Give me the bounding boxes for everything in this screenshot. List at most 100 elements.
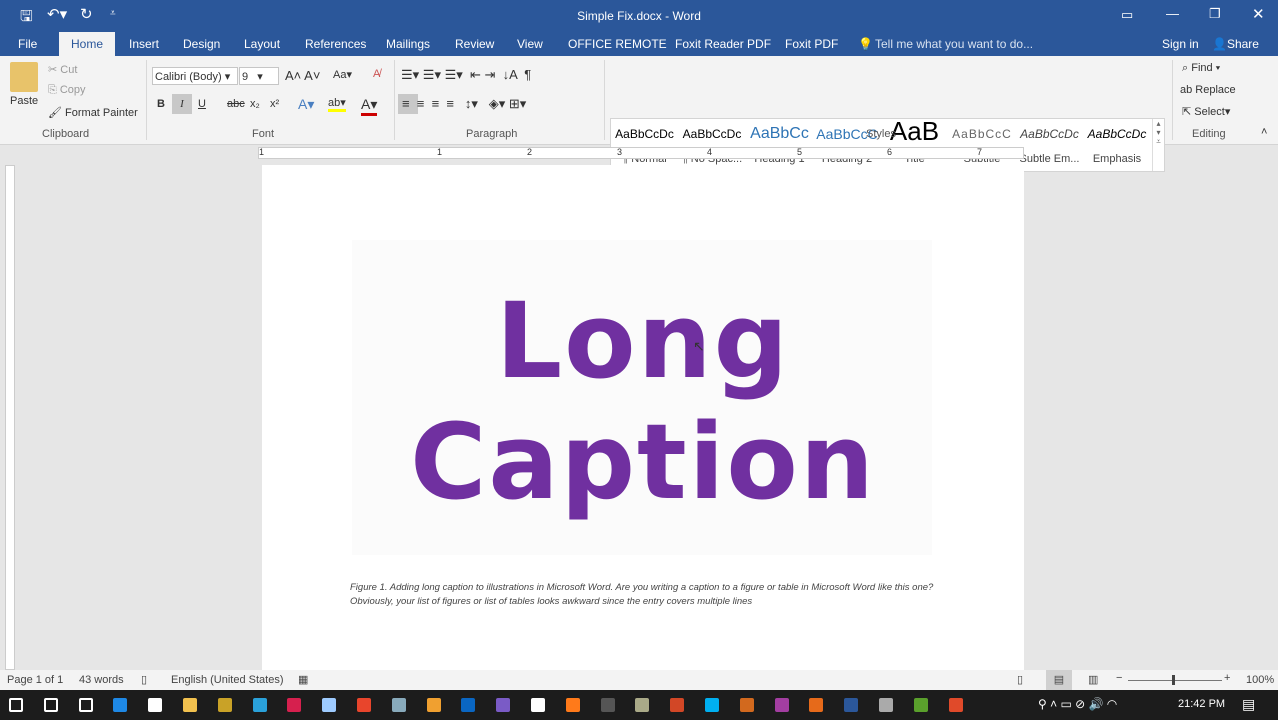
store-icon[interactable] — [148, 698, 163, 712]
clear-formatting-icon[interactable]: A̸ — [373, 68, 380, 80]
app-m-icon[interactable] — [287, 698, 302, 712]
vertical-ruler[interactable] — [5, 165, 15, 670]
powerpoint-icon[interactable] — [670, 698, 685, 712]
tab-review[interactable]: Review — [455, 37, 494, 51]
read-mode-icon[interactable]: ▯ — [1017, 673, 1023, 686]
app-icon[interactable] — [913, 698, 928, 712]
copy-button[interactable]: ⎘ Copy — [48, 84, 86, 97]
font-color-icon[interactable]: A▾ — [361, 96, 378, 116]
editing-group-label: Editing — [1192, 128, 1226, 140]
minimize-icon[interactable]: — — [1166, 6, 1179, 21]
window-title: Simple Fix.docx - Word — [577, 9, 701, 23]
skype-icon[interactable] — [705, 698, 719, 712]
restore-icon[interactable]: ❐ — [1209, 6, 1221, 22]
zoom-in-button[interactable]: + — [1224, 672, 1230, 684]
strikethrough-button[interactable]: abc — [227, 98, 245, 110]
app-icon[interactable] — [217, 698, 232, 712]
ribbon-display-icon[interactable]: ▭ — [1121, 7, 1133, 23]
figure-caption[interactable]: Figure 1. Adding long caption to illustr… — [350, 581, 940, 609]
tab-design[interactable]: Design — [183, 37, 220, 51]
web-layout-icon[interactable]: ▥ — [1088, 673, 1098, 686]
zoom-slider-thumb[interactable] — [1172, 675, 1175, 685]
tell-me-input[interactable]: Tell me what you want to do... — [875, 37, 1033, 51]
app-icon[interactable] — [809, 698, 824, 712]
styles-scroll[interactable]: ▴ ▾ ⩡ — [1152, 119, 1164, 171]
find-button[interactable]: ⌕ Find ▾ — [1182, 62, 1220, 75]
alignment-icons[interactable]: ≡ ≡ ≡ ≡ ↕▾ ◈▾ ⊞▾ — [402, 96, 526, 112]
select-button[interactable]: ⇱ Select▾ — [1182, 105, 1230, 118]
bullets-icon[interactable]: ☰▾ ☰▾ ☰▾ ⇤ ⇥ ↓A ¶ — [401, 67, 531, 83]
chrome-icon[interactable] — [357, 698, 371, 712]
superscript-button[interactable]: x² — [270, 98, 279, 110]
system-tray-icons[interactable]: ⚲ ˄ ▭ ⊘ 🔊 ◠ — [1038, 697, 1117, 711]
cut-button[interactable]: ✂ Cut — [48, 63, 77, 76]
style-subtle-em[interactable]: AaBbCcDc Subtle Em... — [1016, 119, 1083, 165]
app-icon[interactable] — [496, 698, 511, 712]
firefox-icon[interactable] — [565, 698, 580, 712]
telegram-icon[interactable] — [252, 698, 267, 712]
sign-in-link[interactable]: Sign in — [1162, 37, 1199, 51]
underline-button[interactable]: U — [198, 98, 206, 110]
start-icon[interactable] — [9, 698, 23, 712]
ruler-label: 7 — [977, 147, 983, 157]
tab-home[interactable]: Home — [59, 32, 116, 56]
app-icon[interactable] — [739, 698, 754, 712]
highlight-icon[interactable]: ab▾ — [328, 96, 346, 112]
close-icon[interactable]: ✕ — [1252, 5, 1265, 23]
zoom-slider[interactable] — [1128, 680, 1222, 681]
language[interactable]: English (United States) — [171, 674, 284, 686]
subscript-button[interactable]: x₂ — [250, 98, 260, 110]
page-count[interactable]: Page 1 of 1 — [7, 674, 63, 686]
grow-font-icon[interactable]: A˄ A˅ — [285, 68, 320, 83]
app-icon[interactable] — [426, 698, 441, 712]
search-icon[interactable] — [43, 698, 58, 712]
print-layout-icon[interactable]: ▤ — [1046, 670, 1072, 690]
linkedin-icon[interactable] — [461, 698, 476, 712]
app-icon[interactable] — [635, 698, 650, 712]
mail-icon[interactable] — [531, 698, 545, 712]
app-icon[interactable] — [322, 698, 337, 712]
replace-button[interactable]: ab Replace — [1180, 84, 1236, 96]
macro-icon[interactable]: ▦ — [298, 673, 308, 686]
file-explorer-icon[interactable] — [183, 698, 197, 712]
document-page[interactable]: Long Caption Figure 1. Adding long capti… — [262, 165, 1024, 670]
notifications-icon[interactable]: ▤ — [1242, 696, 1255, 713]
tab-mailings[interactable]: Mailings — [386, 37, 430, 51]
styles-gallery: AaBbCcDc ¶ Normal AaBbCcDc ¶ No Spac... AaBb… — [610, 118, 1165, 172]
app-icon[interactable] — [948, 698, 963, 712]
zoom-level[interactable]: 100% — [1246, 674, 1274, 686]
tab-insert[interactable]: Insert — [129, 37, 159, 51]
style-emphasis[interactable]: AaBbCcDc Emphasis — [1084, 119, 1151, 165]
horizontal-ruler[interactable]: 1 1 2 3 4 5 6 7 — [258, 147, 1024, 159]
tab-office-remote[interactable]: OFFICE REMOTE — [568, 37, 667, 51]
tab-file[interactable]: File — [18, 37, 37, 51]
tab-layout[interactable]: Layout — [244, 37, 280, 51]
app-icon[interactable] — [600, 698, 615, 712]
task-view-icon[interactable] — [78, 698, 93, 712]
title-bar: 🖫 ↶▾ ↻ ⩡ Simple Fix.docx - Word ▭ — ❐ ✕ — [0, 0, 1278, 32]
select-label: Select — [1194, 106, 1225, 118]
edge-icon[interactable] — [113, 698, 128, 712]
tab-references[interactable]: References — [305, 37, 366, 51]
italic-button[interactable]: I — [172, 94, 192, 114]
word-count[interactable]: 43 words — [79, 674, 124, 686]
bold-button[interactable]: B — [157, 98, 165, 110]
proofing-icon[interactable]: ▯ — [141, 673, 147, 686]
tab-foxit-pdf[interactable]: Foxit PDF — [785, 37, 838, 51]
share-button[interactable]: 👤Share — [1212, 37, 1259, 51]
tab-foxit-reader-pdf[interactable]: Foxit Reader PDF — [675, 37, 771, 51]
clock[interactable]: 21:42 PM — [1178, 698, 1225, 710]
paste-button[interactable]: Paste — [10, 95, 38, 107]
font-name-select[interactable]: Calibri (Body) ▾ — [152, 67, 238, 85]
font-size-select[interactable]: 9 ▾ — [239, 67, 279, 85]
app-icon[interactable] — [391, 698, 406, 712]
format-painter-button[interactable]: 🖌 Format Painter — [48, 106, 138, 119]
word-icon[interactable] — [844, 698, 859, 712]
app-icon[interactable] — [774, 698, 789, 712]
change-case-button[interactable]: Aa▾ — [333, 68, 352, 81]
text-effects-icon[interactable]: A▾ — [298, 96, 314, 113]
zoom-out-button[interactable]: − — [1116, 672, 1122, 684]
app-icon[interactable] — [879, 698, 893, 712]
tab-view[interactable]: View — [517, 37, 543, 51]
collapse-ribbon-icon[interactable]: ˄ — [1261, 126, 1267, 138]
